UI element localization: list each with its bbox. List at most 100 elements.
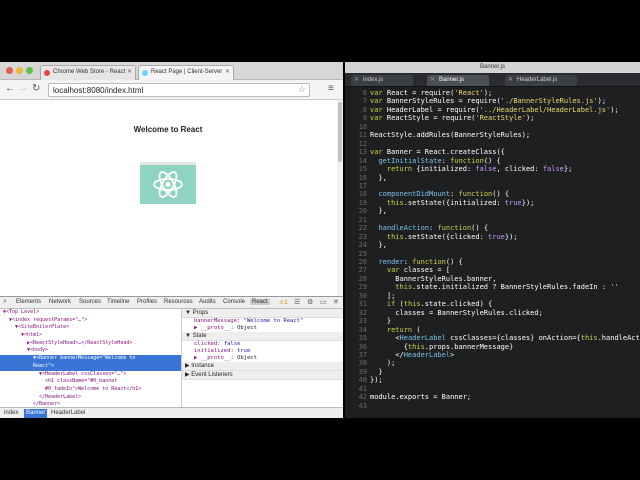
zoom-window-icon[interactable] bbox=[26, 67, 33, 74]
code-line[interactable]: ReactStyle.addRules(BannerStyleRules); bbox=[370, 131, 530, 139]
editor-tab-index[interactable]: ✕ index.js bbox=[351, 75, 413, 86]
code-line[interactable]: }); bbox=[370, 376, 383, 384]
code-line[interactable]: var Banner = React.createClass({ bbox=[370, 148, 505, 156]
prop-row: bannerMessage: "Welcome to React" bbox=[194, 318, 304, 324]
browser-tab-webstore[interactable]: Chrome Web Store - React ✕ bbox=[40, 65, 136, 80]
code-line[interactable]: <HeaderLabel cssClasses={classes} onActi… bbox=[370, 334, 640, 342]
prop-value: Object bbox=[237, 325, 257, 331]
minimize-window-icon[interactable] bbox=[16, 67, 23, 74]
inspect-icon[interactable]: ⌕ bbox=[3, 298, 7, 306]
tree-row[interactable]: ▼<HeaderLabel cssClasses="…"> bbox=[0, 371, 181, 379]
close-tab-icon[interactable]: ✕ bbox=[127, 68, 132, 75]
devtools-tab-sources[interactable]: Sources bbox=[79, 299, 101, 305]
settings-gear-icon[interactable]: ⚙ bbox=[307, 298, 313, 306]
tree-row[interactable]: ▼<SiteBoilerPlate> bbox=[0, 324, 181, 332]
close-tab-icon[interactable]: ✕ bbox=[225, 68, 230, 75]
warning-count[interactable]: ⚠1 bbox=[279, 299, 288, 306]
props-section-header[interactable]: ▼ Props bbox=[182, 309, 343, 318]
code-line[interactable]: var classes = [ bbox=[370, 266, 450, 274]
line-number: 17 bbox=[358, 181, 367, 190]
event-listeners-section-header[interactable]: ▶ Event Listeners bbox=[182, 371, 343, 380]
code-line[interactable]: } bbox=[370, 368, 382, 376]
code-line[interactable]: var React = require('React'); bbox=[370, 89, 492, 97]
code-line[interactable]: getInitialState: function() { bbox=[370, 157, 500, 165]
address-bar[interactable]: localhost:8080/index.html ☆ bbox=[48, 83, 310, 97]
code-line[interactable]: </HeaderLabel> bbox=[370, 351, 454, 359]
back-arrow-icon[interactable]: ← bbox=[5, 83, 15, 94]
close-tab-icon[interactable]: ✕ bbox=[508, 76, 513, 83]
code-line[interactable]: {this.props.bannerMessage} bbox=[370, 343, 514, 351]
bookmark-star-icon[interactable]: ☆ bbox=[298, 84, 306, 95]
state-label: State bbox=[192, 333, 207, 339]
prop-row[interactable]: ▶ __proto__: Object bbox=[182, 325, 343, 332]
devtools-tab-elements[interactable]: Elements bbox=[16, 299, 41, 305]
tree-row[interactable]: </HeaderLabel> bbox=[0, 394, 181, 402]
code-line[interactable]: if (this.state.clicked) { bbox=[370, 300, 492, 308]
close-devtools-icon[interactable]: ✕ bbox=[333, 298, 339, 306]
state-section-header[interactable]: ▼ State bbox=[182, 332, 343, 341]
page-scrollbar[interactable] bbox=[337, 100, 343, 296]
breadcrumb-item-headerlabel[interactable]: HeaderLabel bbox=[51, 410, 85, 416]
tree-row[interactable]: ▼<body> bbox=[0, 347, 181, 355]
tree-row[interactable]: React"> bbox=[0, 362, 181, 371]
close-tab-icon[interactable]: ✕ bbox=[430, 76, 435, 83]
code-line[interactable]: this.state.initialized ? BannerStyleRule… bbox=[370, 283, 618, 291]
screen: Chrome Web Store - React ✕ React Page | … bbox=[0, 0, 640, 480]
code-line[interactable]: }, bbox=[370, 207, 386, 215]
code-line[interactable]: return ( bbox=[370, 326, 421, 334]
tree-row[interactable]: ▼<index requestParams="…"> bbox=[0, 317, 181, 325]
close-window-icon[interactable] bbox=[6, 67, 13, 74]
code-line[interactable]: this.setState({initialized: true}); bbox=[370, 199, 535, 207]
tree-row[interactable]: ▼<Banner bannerMessage="Welcome to bbox=[0, 355, 181, 363]
menu-icon[interactable]: ≡ bbox=[328, 83, 334, 94]
code-line[interactable]: return {initialized: false, clicked: fal… bbox=[370, 165, 572, 173]
prop-value: "Welcome to React" bbox=[243, 318, 304, 324]
tree-row[interactable]: ▼<html> bbox=[0, 332, 181, 340]
code-line[interactable]: var BannerStyleRules = require('./Banner… bbox=[370, 97, 606, 105]
react-logo-widget[interactable] bbox=[140, 162, 196, 204]
editor-tab-banner[interactable]: ✕ Banner.js bbox=[427, 75, 489, 86]
component-tree[interactable]: ▼<Top Level> ▼<index requestParams="…"> ▼<… bbox=[0, 309, 181, 407]
devtools-tab-profiles[interactable]: Profiles bbox=[137, 299, 157, 305]
code-line[interactable]: this.setState({clicked: true}); bbox=[370, 233, 518, 241]
code-line[interactable]: BannerStyleRules.banner, bbox=[370, 275, 496, 283]
breadcrumb-item-banner[interactable]: Banner bbox=[24, 409, 48, 418]
line-number: 9 bbox=[362, 114, 367, 123]
devtools-tab-audits[interactable]: Audits bbox=[199, 299, 216, 305]
code-line[interactable]: handleAction: function() { bbox=[370, 224, 488, 232]
scrollbar-thumb[interactable] bbox=[338, 102, 342, 162]
devtools-tab-network[interactable]: Network bbox=[49, 299, 71, 305]
state-row[interactable]: ▶ __proto__: Object bbox=[182, 355, 343, 362]
code-line[interactable]: }, bbox=[370, 174, 386, 182]
browser-tab-react-page[interactable]: React Page | Client-Server ✕ bbox=[138, 65, 234, 80]
devtools-tab-react[interactable]: React bbox=[250, 299, 270, 305]
prop-key: bannerMessage bbox=[194, 318, 238, 324]
reload-icon[interactable]: ↻ bbox=[32, 83, 40, 94]
code-line[interactable]: var ReactStyle = require('ReactStyle'); bbox=[370, 114, 534, 122]
code-line[interactable]: var HeaderLabel = require('../HeaderLabe… bbox=[370, 106, 619, 114]
breadcrumb-item-index[interactable]: index bbox=[4, 410, 18, 416]
code-line[interactable]: } bbox=[370, 317, 391, 325]
editor-tab-headerlabel[interactable]: ✕ HeaderLabel.js bbox=[505, 75, 577, 86]
forward-arrow-icon[interactable]: → bbox=[18, 83, 28, 94]
code-line[interactable]: module.exports = Banner; bbox=[370, 393, 471, 401]
devtools-tab-console[interactable]: Console bbox=[223, 299, 245, 305]
code-line[interactable]: render: function() { bbox=[370, 258, 462, 266]
code-line[interactable]: ); bbox=[370, 359, 395, 367]
component-sidebar: ▼ Props bannerMessage: "Welcome to React… bbox=[181, 309, 343, 407]
devtools-tab-resources[interactable]: Resources bbox=[164, 299, 193, 305]
code-line[interactable]: classes = BannerStyleRules.clicked; bbox=[370, 309, 543, 317]
code-line[interactable]: componentDidMount: function() { bbox=[370, 190, 509, 198]
tree-row[interactable]: #0_fadeIn">Welcome to React</h1> bbox=[0, 386, 181, 394]
close-tab-icon[interactable]: ✕ bbox=[354, 76, 359, 83]
tree-row[interactable]: ▼<Top Level> bbox=[0, 309, 181, 317]
devtools-tab-timeline[interactable]: Timeline bbox=[107, 299, 129, 305]
dock-icon[interactable]: ▭ bbox=[320, 298, 327, 306]
code-line[interactable]: ]; bbox=[370, 292, 395, 300]
drawer-icon[interactable]: ☰ bbox=[294, 298, 300, 306]
code-area[interactable]: 6 var React = require('React'); 7 var Banne… bbox=[345, 89, 640, 418]
tree-row[interactable]: <h1 className="#0_banner bbox=[0, 378, 181, 386]
tree-row[interactable]: ▶<ReactStyleHead>…</ReactStyleHead> bbox=[0, 340, 181, 348]
instance-section-header[interactable]: ▶ Instance bbox=[182, 362, 343, 371]
code-line[interactable]: }, bbox=[370, 241, 386, 249]
